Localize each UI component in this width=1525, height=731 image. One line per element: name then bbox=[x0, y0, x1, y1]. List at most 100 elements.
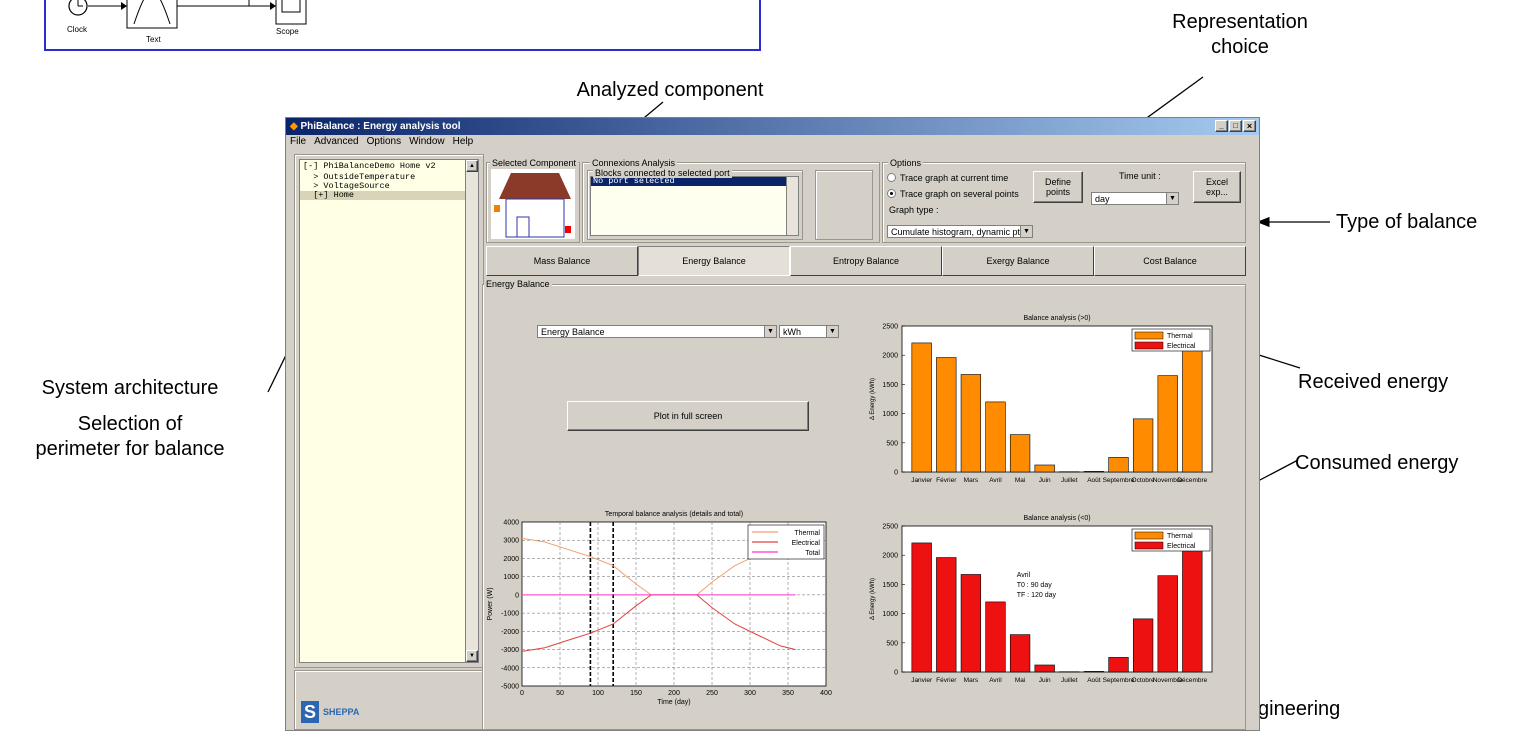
logo-text: SHEPPA bbox=[323, 707, 359, 717]
y-axis-label: Δ Energy (kWh) bbox=[870, 578, 876, 620]
bar bbox=[961, 574, 981, 672]
chart-annotation: TF : 120 day bbox=[1017, 592, 1057, 599]
options-panel: Trace graph at current time Trace graph … bbox=[882, 162, 1246, 243]
legend-label: Thermal bbox=[1167, 533, 1193, 540]
bar bbox=[986, 602, 1006, 672]
y-tick-label: -4000 bbox=[501, 665, 519, 672]
x-tick-label: Mars bbox=[964, 677, 979, 684]
x-tick-label: 50 bbox=[556, 690, 564, 697]
received-energy-chart: Balance analysis (>0)0500100015002000250… bbox=[846, 304, 1246, 494]
time-unit-select[interactable]: day▼ bbox=[1091, 192, 1179, 205]
plot-fullscreen-button[interactable]: Plot in full screen bbox=[567, 401, 809, 431]
radio-several-points[interactable]: Trace graph on several points bbox=[887, 189, 1019, 200]
legend-swatch bbox=[1135, 342, 1163, 349]
connexions-scrollbar[interactable] bbox=[786, 176, 799, 236]
tree-item-home[interactable]: [+] Home bbox=[300, 191, 466, 200]
minimize-button[interactable]: _ bbox=[1215, 120, 1228, 132]
x-tick-label: Octobre bbox=[1132, 477, 1156, 484]
y-tick-label: -5000 bbox=[501, 684, 519, 691]
no-port-selected-item[interactable]: No port selected bbox=[591, 177, 787, 186]
bar bbox=[1182, 345, 1202, 472]
x-tick-label: Mai bbox=[1015, 677, 1025, 684]
graph-type-label: Graph type : bbox=[889, 205, 939, 215]
bar bbox=[912, 543, 932, 672]
bar bbox=[1158, 576, 1178, 672]
legend-label: Electrical bbox=[1167, 543, 1196, 550]
bar bbox=[1010, 435, 1030, 472]
y-tick-label: 0 bbox=[894, 670, 898, 677]
tab-entropy-balance[interactable]: Entropy Balance bbox=[790, 246, 942, 276]
x-tick-label: 200 bbox=[668, 690, 680, 697]
y-tick-label: -1000 bbox=[501, 611, 519, 618]
bar bbox=[912, 343, 932, 472]
scroll-up-icon[interactable]: ▲ bbox=[466, 160, 478, 172]
x-tick-label: Juin bbox=[1039, 477, 1051, 484]
define-points-button[interactable]: Define points bbox=[1033, 171, 1083, 203]
bar bbox=[1010, 635, 1030, 672]
chevron-down-icon: ▼ bbox=[1166, 193, 1178, 204]
menu-advanced[interactable]: Advanced bbox=[314, 136, 358, 147]
x-tick-label: Juillet bbox=[1061, 677, 1078, 684]
maximize-button[interactable]: □ bbox=[1229, 120, 1242, 132]
y-axis-label: Power (W) bbox=[487, 587, 494, 620]
menu-help[interactable]: Help bbox=[453, 136, 474, 147]
chevron-down-icon: ▼ bbox=[826, 326, 838, 337]
y-tick-label: 1500 bbox=[882, 382, 898, 389]
x-tick-label: Mars bbox=[964, 477, 979, 484]
tree-scrollbar[interactable]: ▲ ▼ bbox=[465, 159, 479, 663]
x-tick-label: Septembre bbox=[1103, 677, 1135, 684]
y-tick-label: 2000 bbox=[882, 353, 898, 360]
tab-cost-balance[interactable]: Cost Balance bbox=[1094, 246, 1246, 276]
y-tick-label: 2500 bbox=[882, 524, 898, 531]
menu-options[interactable]: Options bbox=[367, 136, 401, 147]
component-home-icon[interactable] bbox=[491, 169, 575, 239]
legend-label: Electrical bbox=[792, 540, 821, 547]
x-tick-label: Septembre bbox=[1103, 477, 1135, 484]
options-label: Options bbox=[888, 158, 923, 168]
radio-current-time[interactable]: Trace graph at current time bbox=[887, 173, 1008, 184]
chart-annotation: T0 : 90 day bbox=[1017, 582, 1053, 589]
bar bbox=[1109, 457, 1129, 472]
x-tick-label: Octobre bbox=[1132, 677, 1156, 684]
energy-unit-select[interactable]: kWh▼ bbox=[779, 325, 839, 338]
chart-title: Temporal balance analysis (details and t… bbox=[605, 511, 743, 518]
energy-balance-label: Energy Balance bbox=[484, 279, 552, 289]
consumed-energy-chart: Balance analysis (<0)0500100015002000250… bbox=[846, 504, 1246, 696]
app-window: ◆ PhiBalance : Energy analysis tool _ □ … bbox=[285, 117, 1260, 731]
blocks-connected-label: Blocks connected to selected port bbox=[593, 168, 732, 178]
legend-swatch bbox=[1135, 532, 1163, 539]
chevron-down-icon: ▼ bbox=[1020, 226, 1032, 237]
x-tick-label: Février bbox=[936, 677, 957, 684]
graph-type-select[interactable]: Cumulate histogram, dynamic pts.▼ bbox=[887, 225, 1033, 238]
x-tick-label: Août bbox=[1087, 677, 1101, 684]
y-tick-label: 0 bbox=[894, 470, 898, 477]
y-tick-label: -2000 bbox=[501, 629, 519, 636]
y-axis-label: Δ Energy (kWh) bbox=[870, 378, 876, 420]
legend-label: Thermal bbox=[794, 530, 820, 537]
legend-label: Electrical bbox=[1167, 343, 1196, 350]
tab-energy-balance[interactable]: Energy Balance bbox=[638, 246, 790, 276]
legend-label: Thermal bbox=[1167, 333, 1193, 340]
bar bbox=[936, 358, 956, 472]
tab-mass-balance[interactable]: Mass Balance bbox=[486, 246, 638, 276]
menu-window[interactable]: Window bbox=[409, 136, 445, 147]
bar bbox=[1084, 671, 1104, 672]
matlab-logo-icon: ◆ bbox=[290, 121, 298, 132]
balance-type-select[interactable]: Energy Balance▼ bbox=[537, 325, 777, 338]
chart-annotation: Avril bbox=[1017, 572, 1031, 579]
connected-blocks-list[interactable]: No port selected bbox=[590, 176, 788, 236]
excel-export-button[interactable]: Excel exp... bbox=[1193, 171, 1241, 203]
scroll-down-icon[interactable]: ▼ bbox=[466, 650, 478, 662]
bar bbox=[1158, 376, 1178, 472]
tab-exergy-balance[interactable]: Exergy Balance bbox=[942, 246, 1094, 276]
selected-component-label: Selected Component bbox=[490, 158, 578, 168]
close-button[interactable]: × bbox=[1243, 120, 1256, 132]
bar bbox=[1133, 419, 1153, 472]
temporal-balance-chart: Temporal balance analysis (details and t… bbox=[484, 504, 854, 720]
menu-bar: File Advanced Options Window Help bbox=[286, 135, 1259, 149]
x-tick-label: 300 bbox=[744, 690, 756, 697]
menu-file[interactable]: File bbox=[290, 136, 306, 147]
sheppa-logo-icon: S bbox=[301, 701, 319, 723]
y-tick-label: 500 bbox=[886, 440, 898, 447]
system-tree[interactable]: [-] PhiBalanceDemo Home v2 > OutsideTemp… bbox=[299, 159, 467, 663]
